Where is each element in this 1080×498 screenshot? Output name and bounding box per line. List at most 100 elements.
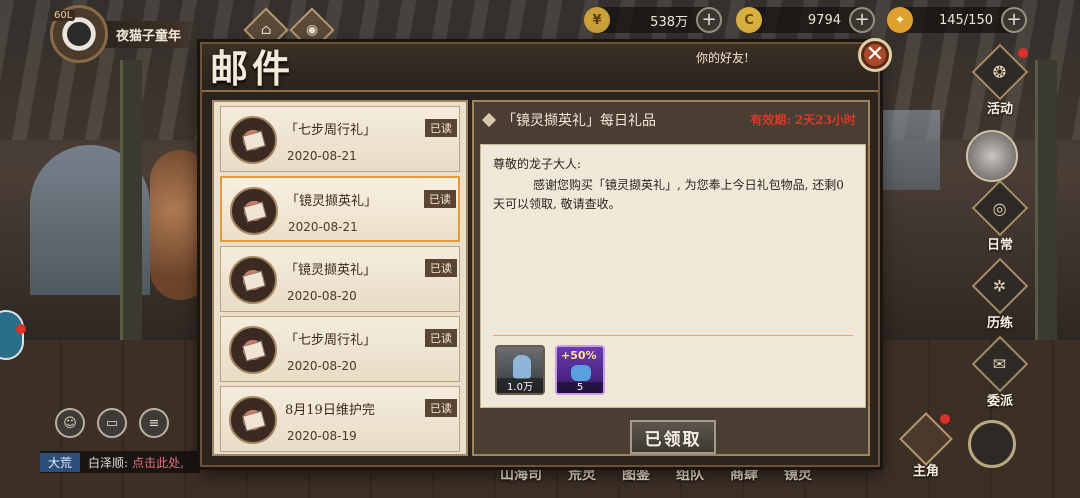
notification-dot xyxy=(1018,48,1028,58)
mail-body: 尊敬的龙子大人: 感谢您购买「镜灵撷英礼」, 为您奉上今日礼包物品, 还剩0天可… xyxy=(480,144,866,408)
chat-channel: 大荒 xyxy=(40,452,81,472)
mail-item-date: 2020-08-20 xyxy=(287,289,357,303)
mail-list-item[interactable]: 8月19日维护完 2020-08-19 已读 xyxy=(220,386,460,452)
cat-face-icon xyxy=(67,22,91,46)
chat-speaker: 白泽顺: xyxy=(88,455,129,470)
dispatch-icon: ✉ xyxy=(971,335,1029,393)
menu-training-label: 历练 xyxy=(986,316,1013,331)
gold-coin-icon: ¥ xyxy=(584,7,610,33)
menu-training[interactable]: ✲ 历练 xyxy=(960,257,1040,331)
envelope-icon xyxy=(229,116,277,164)
mail-item-title: 「镜灵撷英礼」 xyxy=(285,263,377,278)
stamina-value: 145/150 xyxy=(938,12,993,28)
exp-potion-icon xyxy=(571,365,591,381)
mail-item-date: 2020-08-20 xyxy=(287,359,357,373)
mail-list-item-selected[interactable]: 「镜灵撷英礼」 2020-08-21 已读 xyxy=(220,176,460,242)
resource-stamina: ✦ 145/150 + xyxy=(887,7,1027,33)
list-icon[interactable]: ≡ xyxy=(139,408,169,438)
add-stamina-button[interactable]: + xyxy=(1001,7,1027,33)
read-badge: 已读 xyxy=(424,190,456,208)
mail-header: 邮件 你的好友! xyxy=(202,44,878,92)
menu-activity-label: 活动 xyxy=(986,102,1013,117)
mail-subtitle: 你的好友! xyxy=(696,51,749,65)
mail-greeting: 尊敬的龙子大人: xyxy=(493,157,582,171)
nav-mirror-spirit[interactable]: 镜灵 xyxy=(784,464,812,484)
reward-count: 5 xyxy=(557,382,603,393)
reward-count: 1.0万 xyxy=(497,378,543,393)
add-gold-button[interactable]: + xyxy=(696,7,722,33)
mail-subject: 「镜灵撷英礼」每日礼品 xyxy=(502,113,656,129)
player-name: 夜猫子童年 xyxy=(102,20,200,48)
coin-value: 9794 xyxy=(807,12,841,28)
mail-title: 邮件 xyxy=(210,46,295,91)
resource-coin: C 9794 + xyxy=(736,7,875,33)
mail-list-item[interactable]: 「七步周行礼」 2020-08-21 已读 xyxy=(220,106,460,172)
nav-shop[interactable]: 商肆 xyxy=(730,464,758,484)
mail-item-title: 8月19日维护完 xyxy=(285,403,375,418)
daily-icon: ◎ xyxy=(971,179,1029,237)
player-avatar[interactable]: 60L xyxy=(50,5,108,63)
pillar xyxy=(120,60,142,340)
mail-validity: 有效期: 2天23小时 xyxy=(750,113,856,127)
detail-header: 「镜灵撷英礼」每日礼品 有效期: 2天23小时 xyxy=(480,110,860,132)
menu-dispatch[interactable]: ✉ 委派 xyxy=(960,335,1040,409)
reward-item[interactable]: 1.0万 xyxy=(495,345,545,395)
notification-dot xyxy=(16,324,26,334)
mail-dialog: 邮件 你的好友! 「七步周行礼」 2020-08-21 已读 「镜灵撷英礼」 2… xyxy=(200,42,880,467)
menu-dispatch-label: 委派 xyxy=(986,394,1013,409)
pet-shortcut[interactable] xyxy=(0,310,26,360)
quick-buttons: ☺ ▭ ≡ xyxy=(55,408,169,438)
mail-item-date: 2020-08-21 xyxy=(288,220,358,234)
chat-message: 点击此处, xyxy=(132,455,184,470)
mail-detail: 「镜灵撷英礼」每日礼品 有效期: 2天23小时 尊敬的龙子大人: 感谢您购买「镜… xyxy=(472,100,870,456)
c-coin-icon: C xyxy=(736,7,762,33)
player-info[interactable]: 60L 夜猫子童年 xyxy=(50,5,200,63)
mail-list[interactable]: 「七步周行礼」 2020-08-21 已读 「镜灵撷英礼」 2020-08-21… xyxy=(212,100,468,456)
reward-item[interactable]: +50% 5 xyxy=(555,345,605,395)
envelope-icon xyxy=(229,396,277,444)
envelope-icon xyxy=(229,256,277,304)
mail-item-date: 2020-08-19 xyxy=(287,429,357,443)
stamina-icon: ✦ xyxy=(887,7,913,33)
read-badge: 已读 xyxy=(425,119,457,137)
menu-daily[interactable]: ◎ 日常 xyxy=(960,179,1040,253)
close-button[interactable]: ✕ xyxy=(858,38,892,72)
read-badge: 已读 xyxy=(425,329,457,347)
skylight-window xyxy=(880,110,940,190)
nav-huangling[interactable]: 荒灵 xyxy=(568,464,596,484)
mail-item-title: 「七步周行礼」 xyxy=(285,333,377,348)
bottom-nav: 山海司 荒灵 图鉴 组队 商肆 镜灵 xyxy=(500,464,812,484)
menu-daily-label: 日常 xyxy=(986,238,1013,253)
main-character-button[interactable]: 主角 xyxy=(896,412,956,479)
gold-value: 538万 xyxy=(650,14,688,30)
envelope-icon xyxy=(230,187,278,235)
read-badge: 已读 xyxy=(425,399,457,417)
mail-item-title: 「镜灵撷英礼」 xyxy=(286,194,378,209)
divider xyxy=(493,335,853,336)
companion-avatar[interactable] xyxy=(966,130,1018,182)
diamond-bullet-icon xyxy=(481,112,497,128)
mail-content: 感谢您购买「镜灵撷英礼」, 为您奉上今日礼包物品, 还剩0天可以领取, 敬请查收… xyxy=(493,178,844,211)
player-level: 60L xyxy=(51,10,76,21)
nav-codex[interactable]: 图鉴 xyxy=(622,464,650,484)
mail-item-date: 2020-08-21 xyxy=(287,149,357,163)
read-badge: 已读 xyxy=(425,259,457,277)
mail-item-title: 「七步周行礼」 xyxy=(285,123,377,138)
add-coin-button[interactable]: + xyxy=(849,7,875,33)
notification-dot xyxy=(940,414,950,424)
mail-list-item[interactable]: 「七步周行礼」 2020-08-20 已读 xyxy=(220,316,460,382)
nav-shanhaisi[interactable]: 山海司 xyxy=(500,464,542,484)
menu-activity[interactable]: ❂ 活动 xyxy=(960,43,1040,117)
mail-list-item[interactable]: 「镜灵撷英礼」 2020-08-20 已读 xyxy=(220,246,460,312)
potion-bottle-icon xyxy=(513,355,531,379)
claimed-button[interactable]: 已领取 xyxy=(630,420,716,454)
reward-bonus: +50% xyxy=(561,349,597,362)
resource-gold: ¥ 538万 + xyxy=(584,7,722,33)
ticket-icon[interactable]: ▭ xyxy=(97,408,127,438)
nav-team[interactable]: 组队 xyxy=(676,464,704,484)
compass-icon[interactable] xyxy=(968,420,1016,468)
training-icon: ✲ xyxy=(971,257,1029,315)
friends-icon[interactable]: ☺ xyxy=(55,408,85,438)
envelope-icon xyxy=(229,326,277,374)
chat-bar[interactable]: 大荒 白泽顺: 点击此处, xyxy=(40,451,200,473)
